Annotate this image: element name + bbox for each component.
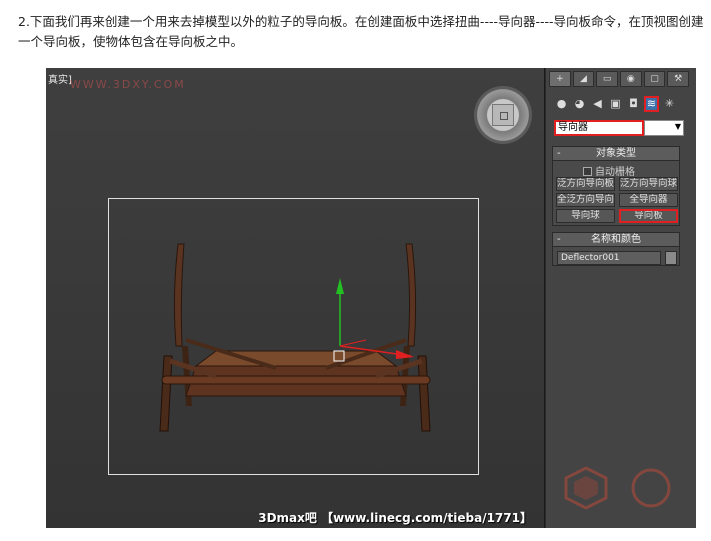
collapse-icon[interactable]: - [557, 147, 561, 160]
create-tab[interactable]: + [549, 71, 571, 87]
chair-back-post-left [173, 243, 185, 347]
viewcube-face[interactable] [492, 104, 514, 126]
object-buttons: 泛方向导向板 泛方向导向球 全泛方向导向 全导向器 导向球 导向板 [556, 177, 678, 223]
viewcube-icon[interactable] [474, 86, 532, 144]
helpers-icon[interactable]: ◘ [626, 96, 641, 112]
display-tab[interactable]: ▢ [643, 71, 666, 87]
sdynaflector-button[interactable]: 泛方向导向球 [619, 177, 678, 191]
chair-leg-front-right [417, 355, 431, 432]
chair-back-post-right [405, 243, 417, 347]
name-color-header[interactable]: - 名称和颜色 [553, 233, 679, 247]
gizmo-y-arrow [336, 278, 344, 294]
deflector-button[interactable]: 导向板 [619, 209, 678, 223]
chair-front-rail [161, 375, 431, 385]
sdeflector-button[interactable]: 导向球 [556, 209, 615, 223]
intro-paragraph: 2.下面我们再来创建一个用来去掉模型以外的粒子的导向板。在创建面板中选择扭曲--… [18, 14, 704, 49]
name-color-rollout: - 名称和颜色 Deflector001 [552, 232, 680, 266]
chevron-down-icon: ▼ [674, 122, 681, 131]
object-name-input[interactable]: Deflector001 [557, 251, 661, 265]
viewport-label[interactable]: 真实] [48, 71, 72, 86]
object-type-rollout: - 对象类型 自动栅格 泛方向导向板 泛方向导向球 全泛方向导向 全导向器 导向… [552, 146, 680, 226]
utilities-tab[interactable]: ⚒ [667, 71, 690, 87]
checkbox-icon[interactable] [583, 167, 592, 176]
geometry-icon[interactable]: ● [554, 96, 569, 112]
watermark-top: WWW.3DXY.COM [70, 78, 186, 91]
command-panel: + ◢ ▭ ◉ ▢ ⚒ ● ◕ ◀ ▣ ◘ ≋ ✳ 导向器 ▼ - 对象类型 自… [546, 68, 696, 528]
lights-icon[interactable]: ◀ [590, 96, 605, 112]
subcategory-dropdown[interactable]: 导向器 ▼ [554, 120, 684, 136]
hierarchy-tab[interactable]: ▭ [596, 71, 619, 87]
collapse-icon[interactable]: - [557, 233, 561, 246]
modify-tab[interactable]: ◢ [572, 71, 595, 87]
create-categories: ● ◕ ◀ ▣ ◘ ≋ ✳ [554, 96, 677, 112]
3dsmax-window: 真实] WWW.3DXY.COM 3Dmax吧 【www.linecg.com/… [46, 68, 696, 528]
object-type-header[interactable]: - 对象类型 [553, 147, 679, 161]
object-color-swatch[interactable] [665, 251, 677, 265]
pomniflector-button[interactable]: 泛方向导向板 [556, 177, 615, 191]
panel-tabs: + ◢ ▭ ◉ ▢ ⚒ [549, 71, 690, 87]
subcategory-value[interactable]: 导向器 [554, 120, 644, 136]
motion-tab[interactable]: ◉ [620, 71, 642, 87]
chair-leg-front-left [159, 355, 173, 432]
dropdown-arrow[interactable]: ▼ [644, 120, 684, 136]
perspective-viewport[interactable]: 真实] WWW.3DXY.COM 3Dmax吧 【www.linecg.com/… [46, 68, 545, 528]
systems-icon[interactable]: ✳ [662, 96, 677, 112]
space-warps-icon[interactable]: ≋ [644, 96, 659, 112]
udeflector-button[interactable]: 全导向器 [619, 193, 678, 207]
logo-watermark-icon [564, 466, 671, 510]
autogrid-checkbox[interactable]: 自动栅格 [583, 163, 635, 178]
watermark-bottom: 3Dmax吧 【www.linecg.com/tieba/1771】 [258, 511, 532, 525]
chair-model[interactable] [156, 236, 436, 441]
uomniflector-button[interactable]: 全泛方向导向 [556, 193, 615, 207]
cameras-icon[interactable]: ▣ [608, 96, 623, 112]
shapes-icon[interactable]: ◕ [572, 96, 587, 112]
